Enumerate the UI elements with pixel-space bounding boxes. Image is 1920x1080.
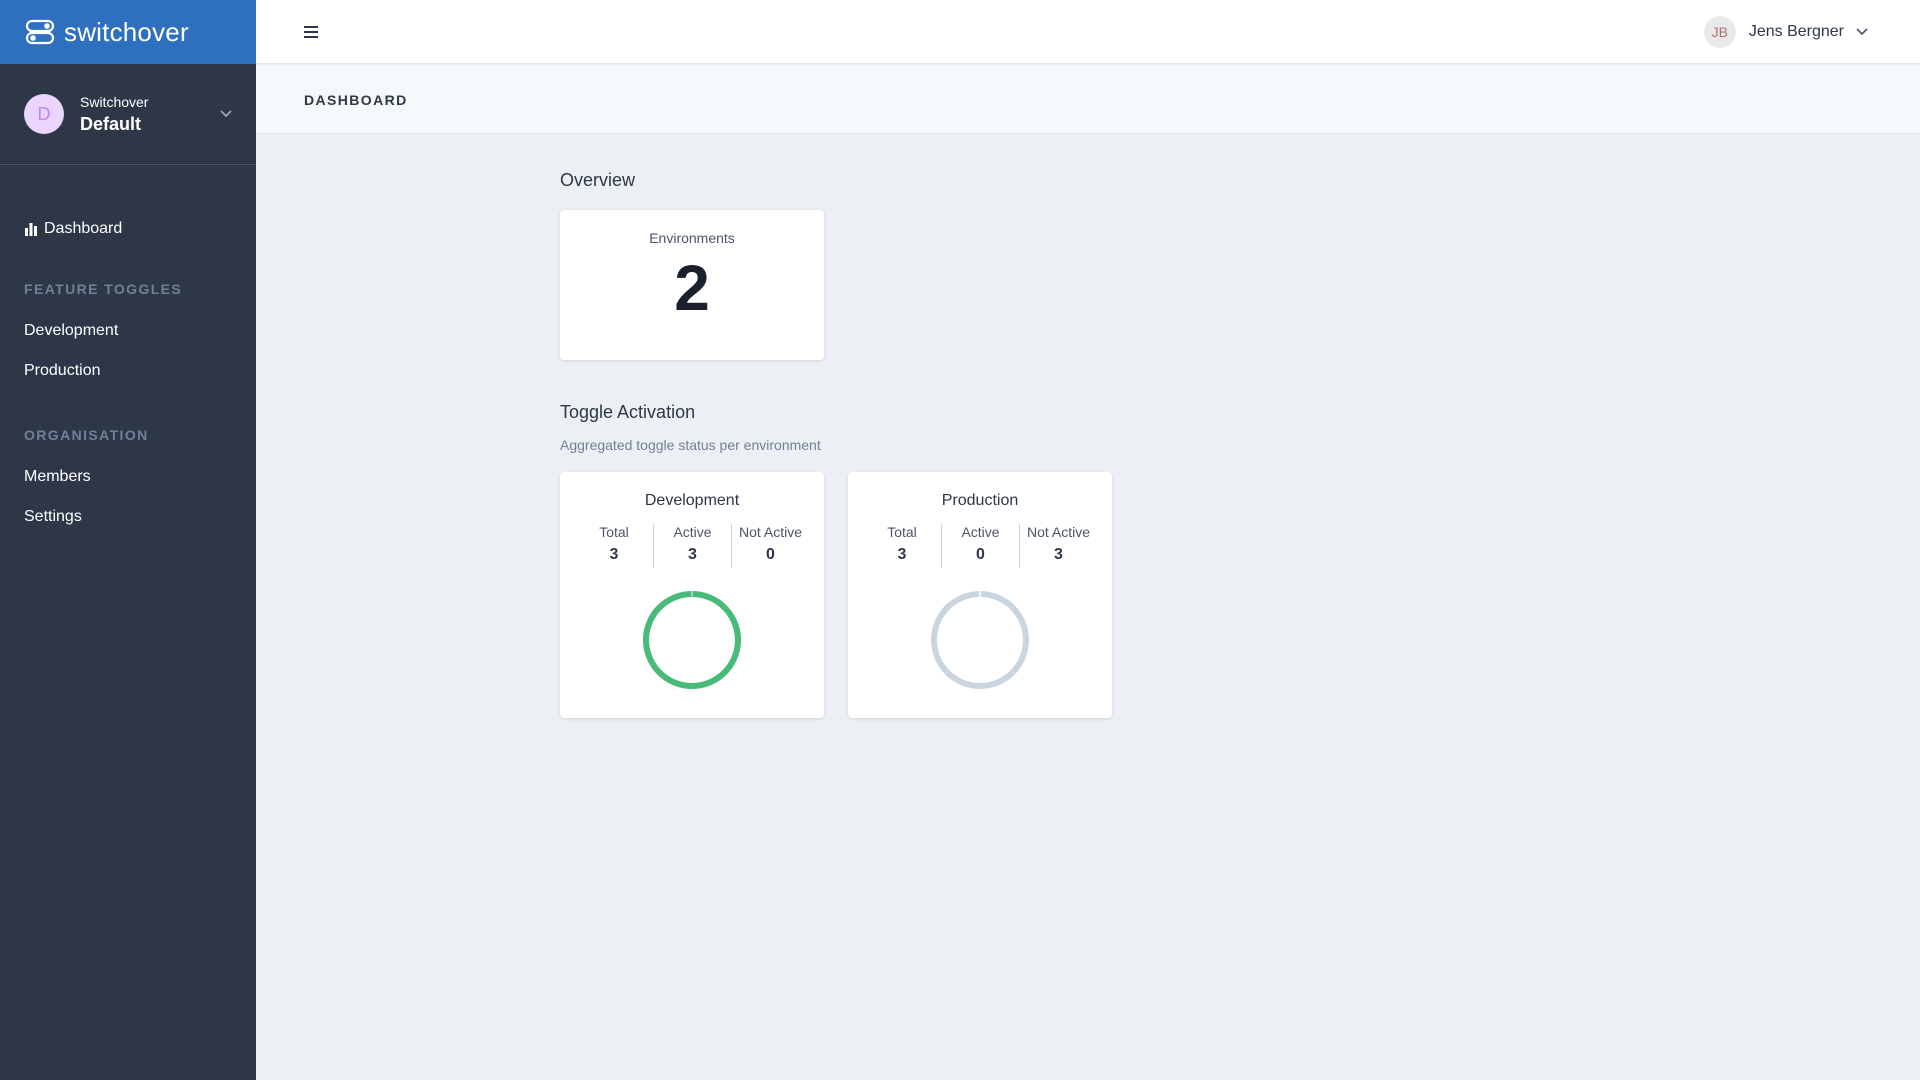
user-menu[interactable]: JB Jens Bergner: [1703, 16, 1868, 48]
environment-card-development: Development Total 3 Active 3 Not Active …: [560, 472, 824, 718]
toggle-stats: Total 3 Active 3 Not Active 0: [560, 524, 824, 568]
organization-switcher[interactable]: D Switchover Default: [0, 64, 256, 165]
organization-avatar: D: [24, 94, 64, 134]
sidebar: switchover D Switchover Default Dashboar…: [0, 0, 256, 1080]
organisation-heading: ORGANISATION: [24, 427, 149, 443]
page-header: DASHBOARD: [256, 65, 1920, 134]
stat-value: 3: [897, 546, 907, 563]
donut-inactive-ring: [931, 591, 1029, 689]
environments-label: Environments: [649, 230, 735, 246]
chevron-down-icon: [220, 105, 232, 123]
sidebar-item-development[interactable]: Development: [0, 311, 256, 351]
brand-bar: switchover: [0, 0, 256, 64]
environment-card-production: Production Total 3 Active 0 Not Active 3: [848, 472, 1112, 718]
page-title: DASHBOARD: [304, 92, 408, 108]
stat-label: Active: [961, 524, 1000, 540]
stat-label: Total: [599, 524, 629, 540]
chevron-down-icon: [1856, 28, 1868, 36]
donut-active-arc: [643, 591, 741, 689]
stat-total: Total 3: [863, 524, 941, 568]
user-avatar: JB: [1703, 16, 1736, 48]
stat-active: Active 0: [941, 524, 1019, 568]
activation-donut-chart: [848, 588, 1112, 692]
organization-name: Default: [80, 113, 142, 134]
stat-value: 3: [609, 546, 619, 563]
sidebar-item-production[interactable]: Production: [0, 351, 256, 391]
overview-title: Overview: [560, 170, 636, 190]
sidebar-item-settings[interactable]: Settings: [0, 497, 256, 537]
stat-total: Total 3: [575, 524, 653, 568]
sidebar-item-members[interactable]: Members: [0, 457, 256, 497]
sidebar-nav: Dashboard FEATURE TOGGLES Development Pr…: [0, 165, 256, 537]
stat-value: 3: [1054, 546, 1063, 563]
stat-value: 3: [688, 546, 697, 563]
toggle-stats: Total 3 Active 0 Not Active 3: [848, 524, 1112, 568]
stat-label: Total: [887, 524, 917, 540]
activation-donut-chart: [560, 588, 824, 692]
top-bar: JB Jens Bergner: [256, 0, 1920, 64]
stat-label: Not Active: [738, 524, 803, 540]
hamburger-menu-icon[interactable]: [302, 22, 320, 42]
stat-value: 0: [976, 546, 985, 563]
feature-toggles-heading: FEATURE TOGGLES: [24, 281, 183, 297]
environments-card: Environments 2: [560, 210, 824, 360]
environment-name: Development: [644, 492, 740, 509]
brand-name: switchover: [64, 16, 189, 47]
organization-label: Switchover: [80, 93, 149, 110]
stat-not-active: Not Active 0: [731, 524, 809, 568]
stat-label: Active: [673, 524, 712, 540]
stat-active: Active 3: [653, 524, 731, 568]
environments-count: 2: [674, 252, 710, 324]
stat-value: 0: [766, 546, 775, 563]
toggle-activation-title: Toggle Activation: [560, 402, 696, 422]
user-name: Jens Bergner: [1748, 23, 1844, 40]
sidebar-item-label: Dashboard: [44, 220, 123, 237]
bar-chart-icon: [24, 222, 38, 236]
environment-name: Production: [941, 492, 1019, 509]
toggle-activation-subtitle: Aggregated toggle status per environment: [560, 437, 821, 453]
sidebar-item-dashboard[interactable]: Dashboard: [0, 209, 256, 249]
stat-not-active: Not Active 3: [1019, 524, 1097, 568]
stat-label: Not Active: [1026, 524, 1091, 540]
toggle-logo-icon: [24, 19, 58, 45]
